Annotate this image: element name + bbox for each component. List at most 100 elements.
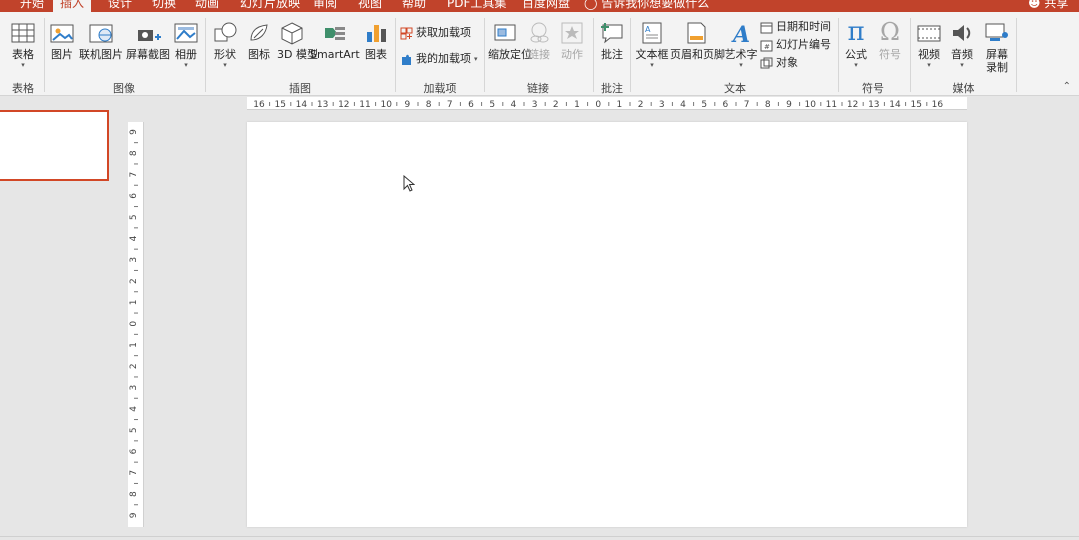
ruler-tick-label: 13 <box>868 100 879 110</box>
ruler-tick-label: 11 <box>359 100 370 110</box>
group-label-comments: 批注 <box>601 82 623 95</box>
tab-insert[interactable]: 插入 <box>53 0 92 12</box>
ruler-tick-label: 7 <box>129 470 139 476</box>
ruler-tick-label: 6 <box>129 193 139 199</box>
lightbulb-icon: ◯ <box>584 0 598 10</box>
group-label-media: 媒体 <box>952 82 975 95</box>
group-label-images: 图像 <box>113 82 135 95</box>
ruler-tick-label: 2 <box>553 100 559 110</box>
tell-me-search[interactable]: ◯ 告诉我你想要做什么 <box>584 0 709 11</box>
tab-view[interactable]: 视图 <box>358 0 382 11</box>
slide-thumbnail[interactable] <box>0 110 109 181</box>
ruler-tick-label: 8 <box>765 100 771 110</box>
ruler-tick-label: 7 <box>744 100 750 110</box>
my-addins-button[interactable]: 我的加载项 ▾ <box>400 52 478 66</box>
tab-pdf-tools[interactable]: PDF工具集 <box>447 0 506 11</box>
tab-review[interactable]: 审阅 <box>313 0 337 11</box>
collapse-ribbon-chevron-icon[interactable]: ⌃ <box>1063 81 1071 92</box>
textbox-button[interactable]: A 文本框 ▾ <box>635 20 669 70</box>
calendar-icon <box>760 22 773 33</box>
ruler-tick-label: 5 <box>489 100 495 110</box>
shapes-button[interactable]: 形状 ▾ <box>210 20 240 70</box>
ruler-tick-label: 10 <box>380 100 392 110</box>
comment-button[interactable]: 批注 <box>598 20 626 61</box>
date-time-button[interactable]: 日期和时间 <box>760 20 831 34</box>
ruler-tick-label: 9 <box>786 100 792 110</box>
tab-home[interactable]: 开始 <box>20 0 44 11</box>
object-button[interactable]: 对象 <box>760 56 798 70</box>
share-button[interactable]: ☻ 共享 <box>1028 0 1068 11</box>
group-separator <box>838 18 839 92</box>
chart-icon <box>367 25 386 42</box>
zoom-button[interactable]: 缩放定位 <box>488 20 532 61</box>
tab-design[interactable]: 设计 <box>108 0 132 11</box>
ruler-tick-label: 7 <box>447 100 453 110</box>
screenshot-button[interactable]: 屏幕截图 <box>126 20 170 61</box>
group-label-addins: 加载项 <box>423 82 457 95</box>
slide-canvas[interactable] <box>247 122 967 527</box>
group-label-text: 文本 <box>724 82 746 95</box>
status-bar-edge <box>0 536 1079 540</box>
icons-button[interactable]: 图标 <box>244 20 274 61</box>
smartart-icon <box>325 27 345 40</box>
textbox-icon: A <box>642 22 662 44</box>
header-footer-icon <box>687 22 706 44</box>
comment-icon <box>601 23 623 44</box>
audio-button[interactable]: 音频 ▾ <box>948 20 976 70</box>
ruler-tick-label: 3 <box>129 257 139 263</box>
ruler-tick-label: 8 <box>129 491 139 497</box>
3d-model-button[interactable]: 3D 模型 <box>277 20 318 61</box>
ruler-tick-label: 0 <box>595 100 601 110</box>
table-button[interactable]: 表格 ▾ <box>8 20 38 70</box>
ruler-tick-label: 5 <box>129 214 139 220</box>
ruler-tick-label: 3 <box>659 100 665 110</box>
smartart-button[interactable]: SmartArt <box>310 20 360 61</box>
ruler-tick-label: 15 <box>910 100 921 110</box>
pi-icon: π <box>847 17 865 47</box>
omega-icon: Ω <box>880 18 900 46</box>
screen-recording-button[interactable]: 屏幕 录制 <box>982 20 1012 74</box>
tab-slideshow[interactable]: 幻灯片放映 <box>240 0 300 11</box>
ruler-tick-label: 13 <box>317 100 328 110</box>
ruler-tick-label: 3 <box>532 100 538 110</box>
symbol-button[interactable]: Ω 符号 <box>876 18 904 61</box>
slide-thumbnails-pane <box>0 97 120 540</box>
ruler-tick-label: 6 <box>468 100 474 110</box>
tab-help[interactable]: 帮助 <box>402 0 426 11</box>
vertical-ruler: 9 8 7 6 5 4 3 2 1 0 1 2 3 4 5 6 7 8 9 <box>128 122 144 527</box>
ruler-tick-label: 14 <box>296 100 308 110</box>
picture-icon <box>50 24 74 43</box>
video-icon <box>917 25 941 42</box>
get-addins-button[interactable]: 获取加载项 <box>400 26 471 40</box>
ruler-tick-label: 6 <box>129 448 139 454</box>
speaker-icon <box>953 25 971 41</box>
ruler-tick-label: 1 <box>129 342 139 348</box>
ruler-tick-label: 2 <box>129 363 139 369</box>
equation-button[interactable]: π 公式 ▾ <box>842 18 870 70</box>
slide-number-button[interactable]: # 幻灯片编号 <box>760 38 831 52</box>
photo-album-button[interactable]: 相册 ▾ <box>172 20 200 70</box>
wordart-button[interactable]: A 艺术字 ▾ <box>724 20 758 70</box>
action-button[interactable]: 动作 <box>556 20 588 61</box>
powerpoint-window: 开始 插入 设计 切换 动画 幻灯片放映 审阅 视图 帮助 PDF工具集 百度网… <box>0 0 1079 540</box>
ruler-tick-label: 8 <box>426 100 432 110</box>
ruler-tick-label: 1 <box>574 100 580 110</box>
link-button[interactable]: 链接 <box>526 20 552 61</box>
ruler-tick-label: 12 <box>847 100 858 110</box>
tab-transitions[interactable]: 切换 <box>152 0 176 11</box>
addins-grid-icon <box>400 27 413 39</box>
tab-animations[interactable]: 动画 <box>195 0 219 11</box>
online-picture-button[interactable]: 联机图片 <box>78 20 124 61</box>
zoom-icon <box>494 24 516 41</box>
chart-button[interactable]: 图表 <box>362 20 390 61</box>
group-separator <box>205 18 206 92</box>
group-separator <box>484 18 485 92</box>
video-button[interactable]: 视频 ▾ <box>915 20 943 70</box>
ruler-tick-label: 1 <box>129 300 139 306</box>
header-footer-button[interactable]: 页眉和页脚 <box>670 20 725 61</box>
tab-baidu-netdisk[interactable]: 百度网盘 <box>522 0 570 11</box>
picture-button[interactable]: 图片 <box>48 20 76 61</box>
group-separator <box>630 18 631 92</box>
ruler-tick-label: 3 <box>129 385 139 391</box>
star-icon <box>561 22 583 44</box>
